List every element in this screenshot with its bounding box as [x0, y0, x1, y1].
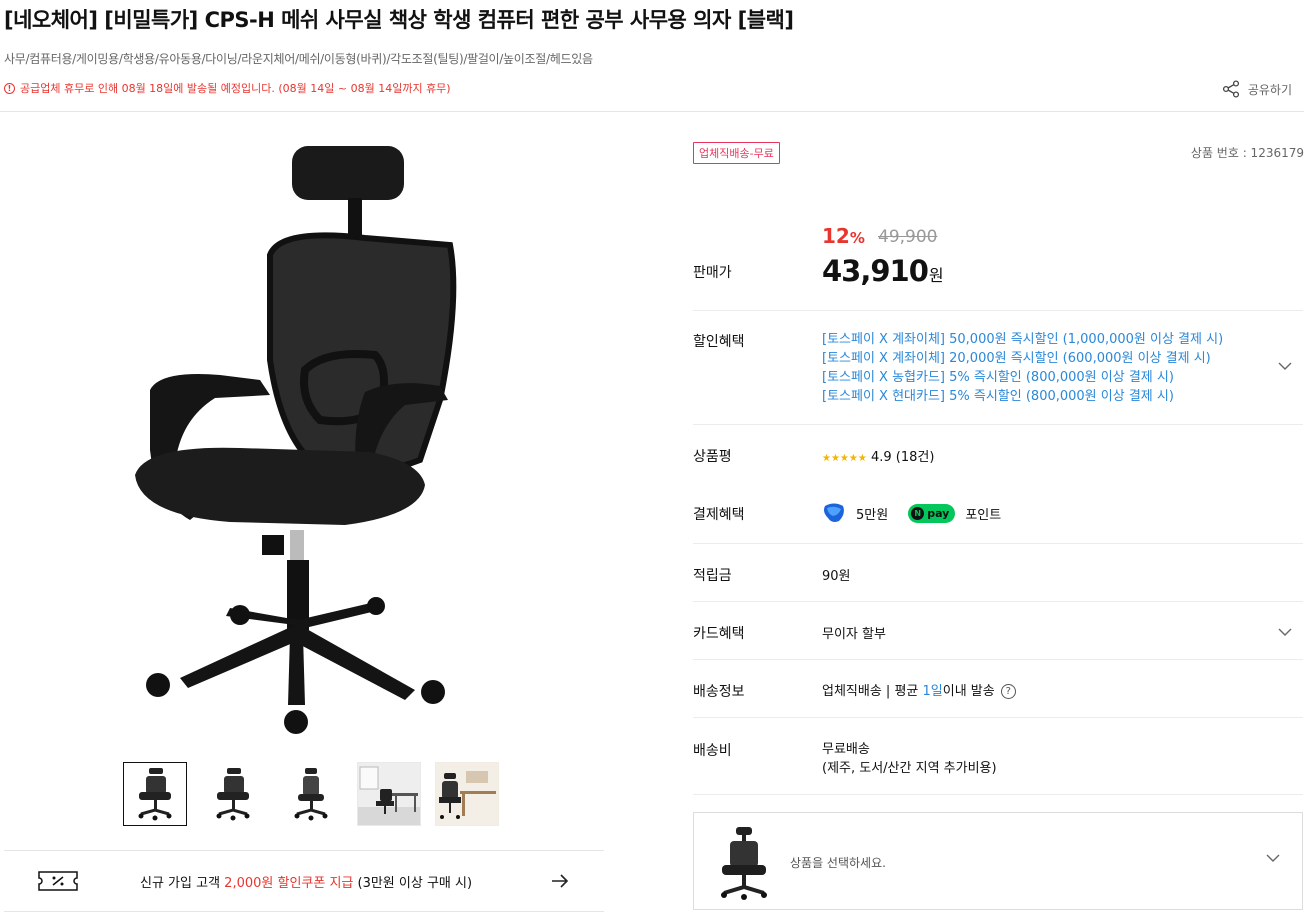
- divider: [693, 310, 1303, 311]
- help-icon[interactable]: ?: [1000, 684, 1016, 699]
- points-value: 90원: [822, 569, 851, 584]
- npay-badge: Npay: [908, 503, 956, 523]
- card-benefits-label: 카드혜택: [693, 626, 745, 642]
- product-tags: 사무/컴퓨터용/게이밍용/학생용/유아동용/다이닝/라운지체어/메쉬/이동형(바…: [4, 52, 593, 66]
- delivery-label: 배송정보: [693, 684, 745, 700]
- room-thumb-icon: [358, 763, 420, 825]
- option-placeholder: 상품을 선택하세요.: [790, 856, 886, 870]
- chevron-down-icon[interactable]: [1278, 361, 1292, 371]
- chair-thumb-icon: [138, 768, 172, 821]
- benefits-label: 할인혜택: [693, 334, 745, 350]
- divider: [693, 424, 1303, 425]
- rating-value: 4.9: [870, 450, 892, 465]
- notice-text: 공급업체 휴무로 인해 08월 18일에 발송될 예정입니다. (08월 14일…: [20, 82, 451, 95]
- toss-icon: [824, 503, 844, 522]
- divider: [693, 659, 1303, 660]
- toss-amount: 5만원: [856, 507, 889, 523]
- thumbnail-chair-back[interactable]: [279, 762, 343, 826]
- thumbnail-chair-desk[interactable]: [435, 762, 499, 826]
- shipping-fee-value: 무료배송: [822, 742, 870, 757]
- card-benefits-value: 무이자 할부: [822, 627, 886, 642]
- share-button[interactable]: 공유하기: [1222, 80, 1292, 98]
- divider: [0, 111, 1304, 112]
- chair-thumb-icon: [294, 768, 328, 821]
- coupon-highlight: 2,000원 할인쿠폰 지급: [224, 875, 354, 891]
- coupon-text: 신규 가입 고객 2,000원 할인쿠폰 지급 (3만원 이상 구매 시): [140, 875, 473, 891]
- divider: [693, 543, 1303, 544]
- coupon-icon: [38, 871, 78, 891]
- product-main-image: [135, 146, 457, 734]
- chevron-down-icon[interactable]: [1278, 627, 1292, 637]
- option-select[interactable]: 상품을 선택하세요.: [693, 812, 1303, 910]
- product-number: 상품 번호 : 1236179: [1190, 146, 1304, 160]
- benefits-list: [토스페이 X 계좌이체] 50,000원 즉시할인 (1,000,000원 이…: [822, 330, 1223, 406]
- chair-thumb-icon: [216, 768, 250, 821]
- payment-benefits-label: 결제혜택: [693, 507, 745, 523]
- thumbnail-chair-room[interactable]: [357, 762, 421, 826]
- benefit-item[interactable]: [토스페이 X 농협카드] 5% 즉시할인 (800,000원 이상 결제 시): [822, 368, 1223, 387]
- arrow-right-icon: [552, 874, 569, 888]
- discount-rate: 12%: [822, 224, 865, 248]
- shipping-fee-label: 배송비: [693, 743, 732, 759]
- option-chair-image: [721, 827, 767, 900]
- share-label: 공유하기: [1247, 82, 1292, 97]
- star-rating-icon: ★★★★★: [822, 453, 867, 464]
- shipping-notice: ! 공급업체 휴무로 인해 08월 18일에 발송될 예정입니다. (08월 1…: [4, 80, 451, 96]
- review-count: (18건): [895, 450, 935, 465]
- original-price: 49,900: [878, 227, 938, 247]
- review-label: 상품평: [693, 449, 732, 465]
- thumbnail-chair-front[interactable]: [123, 762, 187, 826]
- divider: [693, 794, 1303, 795]
- points-label: 적립금: [693, 568, 732, 584]
- naver-icon: N: [911, 506, 925, 520]
- benefit-item[interactable]: [토스페이 X 현대카드] 5% 즉시할인 (800,000원 이상 결제 시): [822, 387, 1223, 406]
- shipping-fee-note: (제주, 도서/산간 지역 추가비용): [822, 761, 997, 776]
- product-title: [네오체어] [비밀특가] CPS-H 메쉬 사무실 책상 학생 컴퓨터 편한 …: [4, 8, 794, 32]
- thumbnail-chair-side[interactable]: [201, 762, 265, 826]
- benefit-item[interactable]: [토스페이 X 계좌이체] 50,000원 즉시할인 (1,000,000원 이…: [822, 330, 1223, 349]
- info-icon: !: [4, 82, 15, 94]
- review-summary[interactable]: ★★★★★ 4.9 (18건): [822, 446, 934, 465]
- shipping-badge: 업체직배송-무료: [693, 142, 780, 164]
- divider: [693, 717, 1303, 718]
- share-icon: [1222, 80, 1239, 98]
- thumbnail-list: [123, 762, 499, 826]
- payment-benefits: 5만원 Npay 포인트: [822, 502, 1001, 524]
- npay-text: 포인트: [965, 507, 1002, 523]
- signup-coupon-banner[interactable]: 신규 가입 고객 2,000원 할인쿠폰 지급 (3만원 이상 구매 시): [4, 850, 604, 912]
- desk-thumb-icon: [436, 763, 498, 825]
- delivery-days: 1일: [922, 684, 943, 699]
- sale-price: 43,910원: [822, 254, 944, 288]
- sale-price-label: 판매가: [693, 265, 732, 281]
- benefit-item[interactable]: [토스페이 X 계좌이체] 20,000원 즉시할인 (600,000원 이상 …: [822, 349, 1223, 368]
- divider: [693, 601, 1303, 602]
- chevron-down-icon: [1266, 854, 1280, 862]
- delivery-info: 업체직배송 | 평균 1일이내 발송?: [822, 680, 1016, 699]
